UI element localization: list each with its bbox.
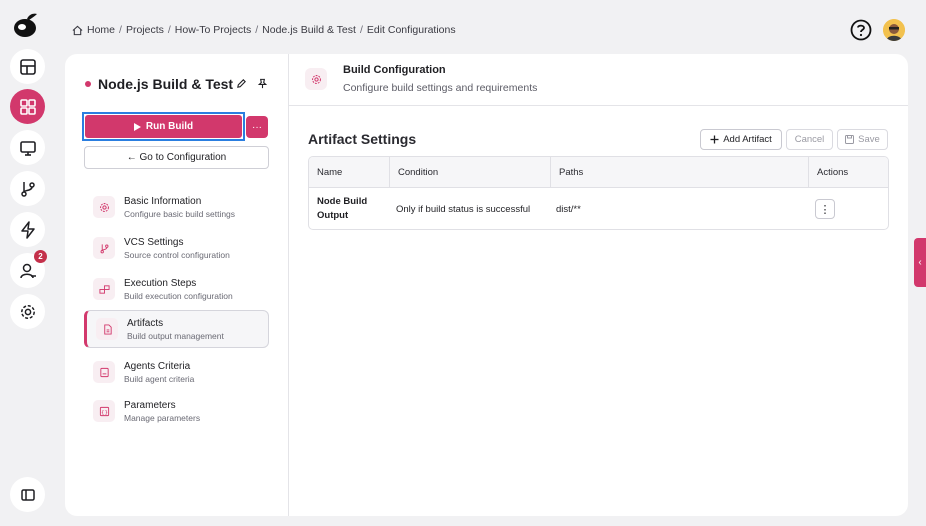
- go-to-configuration-button[interactable]: ← Go to Configuration: [84, 146, 269, 169]
- rail-builds-button[interactable]: [10, 212, 45, 247]
- nav-item-basic-information[interactable]: Basic Information Configure basic build …: [84, 188, 269, 226]
- breadcrumb-projects[interactable]: Projects: [126, 24, 164, 36]
- save-button[interactable]: Save: [837, 129, 888, 150]
- left-rail: 2: [0, 0, 52, 526]
- run-build-label: Run Build: [145, 121, 194, 132]
- status-dot: [85, 81, 91, 87]
- user-icon: [19, 263, 36, 278]
- nav-item-vcs-settings[interactable]: VCS Settings Source control configuratio…: [84, 229, 269, 267]
- artifacts-table: Name Condition Paths Actions Node Build …: [308, 156, 889, 230]
- help-icon[interactable]: [850, 19, 872, 41]
- nav-subtitle: Source control configuration: [124, 249, 230, 260]
- rail-monitor-button[interactable]: [10, 130, 45, 165]
- nav-label: Execution Steps: [124, 277, 197, 289]
- grid-icon: [19, 98, 36, 115]
- gear-icon: [93, 196, 115, 218]
- breadcrumb-current: Edit Configurations: [366, 24, 456, 36]
- layout-icon: [19, 58, 36, 75]
- breadcrumb-separator: /: [359, 24, 363, 36]
- svg-text:{}: {}: [101, 409, 108, 415]
- rail-collapse-button[interactable]: [10, 477, 45, 512]
- breadcrumb-home[interactable]: Home: [87, 24, 115, 36]
- nav-subtitle: Build agent criteria: [124, 373, 195, 384]
- nav-label: Basic Information: [124, 195, 202, 207]
- home-icon[interactable]: [72, 25, 83, 36]
- run-build-button[interactable]: Run Build: [85, 115, 242, 138]
- artifact-paths: dist/**: [556, 203, 581, 215]
- rail-users-button[interactable]: 2: [10, 250, 47, 288]
- steps-icon: [93, 278, 115, 300]
- play-icon: [133, 122, 141, 131]
- nav-subtitle: Manage parameters: [124, 412, 201, 423]
- breadcrumb-howto-projects[interactable]: How-To Projects: [175, 24, 251, 36]
- rail-projects-button[interactable]: [10, 89, 45, 124]
- column-header-condition: Condition: [390, 157, 551, 188]
- rail-settings-button[interactable]: [10, 294, 45, 329]
- lightning-icon: [20, 220, 35, 239]
- expand-panel-tab[interactable]: ‹: [914, 238, 926, 287]
- pencil-icon[interactable]: [236, 78, 247, 89]
- user-avatar[interactable]: [883, 19, 905, 41]
- save-label: Save: [858, 134, 880, 145]
- row-actions-button[interactable]: ⋮: [815, 199, 835, 219]
- nav-subtitle: Build output management: [127, 330, 224, 341]
- section-header-subtitle: Configure build settings and requirement…: [343, 82, 538, 94]
- table-header: Name Condition Paths Actions: [309, 157, 888, 188]
- column-header-paths: Paths: [551, 157, 809, 188]
- notification-badge: 2: [34, 250, 47, 263]
- git-branch-icon: [93, 237, 115, 259]
- rail-vcs-button[interactable]: [10, 171, 45, 206]
- column-header-actions: Actions: [817, 167, 849, 178]
- nav-subtitle: Build execution configuration: [124, 290, 233, 301]
- artifact-settings-title: Artifact Settings: [308, 131, 417, 147]
- section-header-title: Build Configuration: [343, 64, 446, 76]
- config-sidebar: Node.js Build & Test Run Build ··· ← Go …: [65, 54, 289, 516]
- sidebar-toggle-icon: [20, 488, 35, 501]
- add-artifact-label: Add Artifact: [723, 134, 772, 145]
- plus-icon: [710, 135, 719, 144]
- breadcrumb-project[interactable]: Node.js Build & Test: [262, 24, 356, 36]
- nav-item-execution-steps[interactable]: Execution Steps Build execution configur…: [84, 270, 269, 308]
- app-logo-icon[interactable]: [11, 10, 41, 40]
- nav-subtitle: Configure basic build settings: [124, 208, 236, 219]
- gear-icon: [20, 304, 35, 319]
- avatar-icon: [883, 19, 905, 41]
- project-title-text: Node.js Build & Test: [98, 76, 234, 92]
- nav-label: Parameters: [124, 399, 176, 411]
- project-title: Node.js Build & Test: [85, 76, 233, 92]
- run-options-button[interactable]: ···: [246, 116, 268, 138]
- rail-dashboard-button[interactable]: [10, 49, 45, 84]
- nav-item-agents-criteria[interactable]: Agents Criteria Build agent criteria: [84, 353, 269, 391]
- table-row: Node Build Output Only if build status i…: [309, 188, 888, 229]
- parameters-icon: {}: [93, 400, 115, 422]
- add-artifact-button[interactable]: Add Artifact: [700, 129, 782, 150]
- artifact-name: Node Build Output: [317, 196, 368, 221]
- title-tools: [236, 78, 268, 89]
- cancel-button[interactable]: Cancel: [786, 129, 833, 150]
- nav-label: Artifacts: [127, 317, 164, 329]
- column-header-name: Name: [309, 157, 390, 188]
- breadcrumb-separator: /: [255, 24, 259, 36]
- agent-icon: [93, 361, 115, 383]
- artifact-actions-cell: ⋮: [807, 188, 888, 229]
- pin-icon[interactable]: [257, 78, 268, 89]
- run-build-focus-ring: Run Build: [82, 112, 245, 141]
- nav-item-artifacts[interactable]: Artifacts Build output management: [84, 310, 269, 348]
- nav-label: Agents Criteria: [124, 360, 191, 372]
- gear-icon: [305, 68, 327, 90]
- nav-item-parameters[interactable]: {} Parameters Manage parameters: [84, 392, 269, 430]
- save-icon: [845, 135, 855, 144]
- artifact-condition: Only if build status is successful: [396, 203, 531, 215]
- main-content: Build Configuration Configure build sett…: [289, 54, 908, 516]
- breadcrumb: Home / Projects / How-To Projects / Node…: [72, 24, 456, 36]
- nav-label: VCS Settings: [124, 236, 184, 248]
- monitor-icon: [19, 140, 36, 156]
- breadcrumb-separator: /: [167, 24, 171, 36]
- git-branch-icon: [20, 181, 35, 197]
- file-icon: [96, 318, 118, 340]
- divider: [289, 105, 908, 106]
- breadcrumb-separator: /: [119, 24, 122, 36]
